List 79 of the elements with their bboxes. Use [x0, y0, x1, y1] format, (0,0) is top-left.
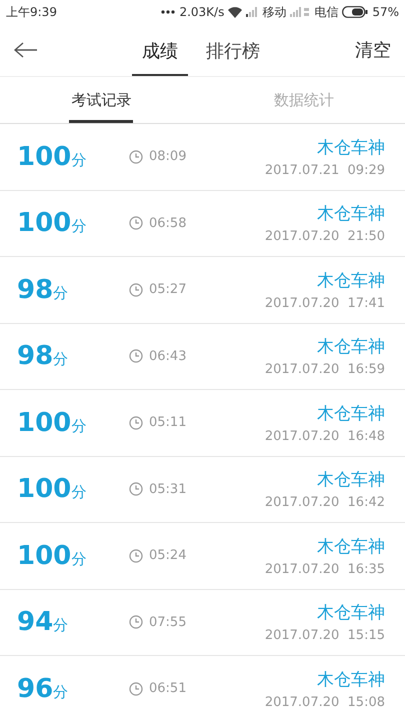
- record-row[interactable]: 100分 06:58 木仓车神 2017.07.20 21:50: [0, 190, 405, 257]
- record-row[interactable]: 100分 08:09 木仓车神 2017.07.21 09:29: [0, 124, 405, 190]
- user-name: 木仓车神: [317, 136, 385, 159]
- record-row[interactable]: 98分 06:43 木仓车神 2017.07.20 16:59: [0, 324, 405, 390]
- clock-icon: [129, 216, 143, 230]
- score-unit: 分: [53, 284, 68, 303]
- score-unit: 分: [71, 550, 86, 569]
- network-speed: 2.03K/s: [179, 5, 224, 19]
- date-time: 2017.07.20 21:50: [264, 229, 385, 244]
- date-time: 2017.07.21 09:29: [264, 162, 385, 178]
- score-value: 98: [17, 341, 54, 372]
- score-value: 100: [17, 208, 72, 238]
- user-name: 木仓车神: [317, 602, 385, 624]
- score-value: 100: [17, 408, 72, 438]
- wifi-icon: [228, 6, 242, 18]
- date-time: 2017.07.20 16:42: [264, 495, 385, 510]
- score-value: 100: [17, 540, 72, 571]
- clear-button[interactable]: 清空: [349, 30, 397, 70]
- score-value: 98: [17, 274, 54, 305]
- date-time: 2017.07.20 16:48: [264, 428, 385, 444]
- clock-icon: [129, 416, 143, 430]
- score-unit: 分: [53, 616, 68, 636]
- date-time: 2017.07.20 16:35: [264, 562, 385, 577]
- score-unit: 分: [71, 483, 86, 502]
- score-unit: 分: [53, 350, 68, 370]
- battery-percent: 57%: [372, 5, 399, 19]
- clock-icon: [129, 615, 143, 630]
- date-time: 2017.07.20 15:15: [264, 628, 385, 644]
- clock-icon: [129, 682, 143, 696]
- user-name: 木仓车神: [317, 402, 385, 425]
- clock-icon: [129, 150, 143, 164]
- record-row[interactable]: 100分 05:31 木仓车神 2017.07.20 16:42: [0, 456, 405, 523]
- record-row[interactable]: 100分 05:24 木仓车神 2017.07.20 16:35: [0, 523, 405, 590]
- score-value: 94: [17, 607, 54, 638]
- duration-text: 05:11: [149, 415, 186, 430]
- clock-icon: [129, 548, 143, 563]
- score-value: 100: [17, 142, 72, 172]
- duration-text: 05:24: [149, 548, 186, 564]
- back-arrow-icon: [14, 42, 38, 58]
- score-unit: 分: [71, 416, 86, 436]
- battery-icon: [342, 6, 368, 18]
- date-time: 2017.07.20 17:41: [264, 296, 385, 311]
- clock-icon: [129, 349, 143, 364]
- date-time: 2017.07.20 15:08: [264, 694, 385, 710]
- tab[interactable]: 排行榜: [196, 24, 270, 76]
- clock-time: 上午9:39: [6, 4, 57, 20]
- tab[interactable]: 成绩: [132, 24, 188, 76]
- duration-text: 07:55: [149, 614, 186, 630]
- date-time: 2017.07.20 16:59: [264, 362, 385, 378]
- score-value: 96: [17, 674, 54, 704]
- user-name: 木仓车神: [317, 469, 385, 492]
- user-name: 木仓车神: [317, 536, 385, 558]
- duration-text: 05:31: [149, 482, 186, 497]
- signal-icon: [290, 7, 310, 17]
- duration-text: 06:58: [149, 216, 186, 231]
- user-name: 木仓车神: [317, 668, 385, 691]
- score-unit: 分: [53, 682, 68, 702]
- record-row[interactable]: 98分 05:27 木仓车神 2017.07.20 17:41: [0, 257, 405, 324]
- tab[interactable]: 考试记录: [69, 77, 134, 123]
- user-name: 木仓车神: [317, 270, 385, 292]
- clock-icon: [129, 482, 143, 496]
- score-unit: 分: [71, 217, 86, 236]
- record-row[interactable]: 94分 07:55 木仓车神 2017.07.20 15:15: [0, 590, 405, 656]
- record-row[interactable]: 96分 06:51 木仓车神 2017.07.20 15:08: [0, 656, 405, 720]
- score-unit: 分: [71, 150, 86, 170]
- score-value: 100: [17, 474, 72, 504]
- clock-icon: [129, 282, 143, 297]
- carrier-name: 移动: [262, 4, 286, 20]
- signal-icon: [246, 7, 258, 17]
- duration-text: 06:43: [149, 348, 186, 364]
- record-row[interactable]: 100分 05:11 木仓车神 2017.07.20 16:48: [0, 390, 405, 456]
- carrier-name: 电信: [314, 4, 338, 20]
- duration-text: 06:51: [149, 681, 186, 696]
- duration-text: 08:09: [149, 149, 186, 164]
- tab[interactable]: 数据统计: [272, 77, 336, 123]
- user-name: 木仓车神: [317, 203, 385, 226]
- dots-icon: [161, 10, 176, 14]
- duration-text: 05:27: [149, 282, 186, 298]
- user-name: 木仓车神: [317, 336, 385, 358]
